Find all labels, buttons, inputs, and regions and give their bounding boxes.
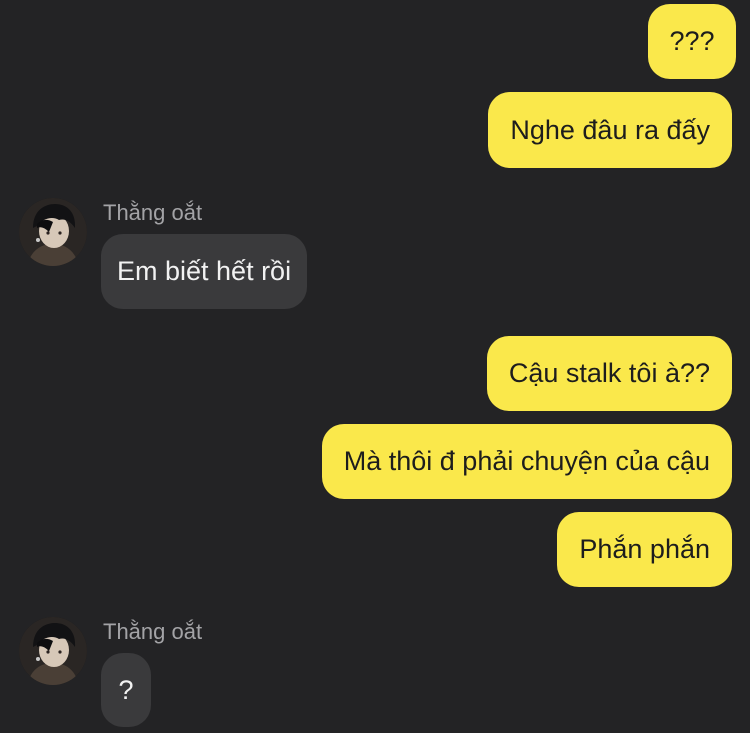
user-avatar-icon: [19, 198, 87, 266]
message-text: Cậu stalk tôi à??: [508, 358, 710, 388]
incoming-message-bubble[interactable]: ?: [101, 653, 151, 727]
message-text: Phắn phắn: [579, 534, 710, 564]
outgoing-message-bubble[interactable]: Phắn phắn: [557, 512, 732, 587]
sender-avatar[interactable]: [19, 617, 87, 685]
sender-name: Thằng oắt: [103, 200, 203, 225]
outgoing-message-bubble[interactable]: ???: [648, 4, 736, 79]
message-text: Mà thôi đ phải chuyện của cậu: [343, 446, 710, 476]
message-text: ?: [118, 674, 134, 705]
chat-thread[interactable]: ??? Nghe đâu ra đấy Thằng oắt Em biết hế…: [0, 0, 750, 733]
outgoing-message-bubble[interactable]: Cậu stalk tôi à??: [486, 336, 732, 411]
message-text: Nghe đâu ra đấy: [510, 114, 710, 145]
user-avatar-icon: [19, 617, 87, 685]
message-text: Em biết hết rồi: [117, 256, 292, 286]
outgoing-message-bubble[interactable]: Nghe đâu ra đấy: [488, 92, 732, 168]
sender-avatar[interactable]: [19, 198, 87, 266]
outgoing-message-bubble[interactable]: Mà thôi đ phải chuyện của cậu: [321, 424, 732, 499]
incoming-message-bubble[interactable]: Em biết hết rồi: [101, 234, 308, 309]
sender-name: Thằng oắt: [103, 619, 203, 644]
message-text: ???: [669, 26, 715, 56]
